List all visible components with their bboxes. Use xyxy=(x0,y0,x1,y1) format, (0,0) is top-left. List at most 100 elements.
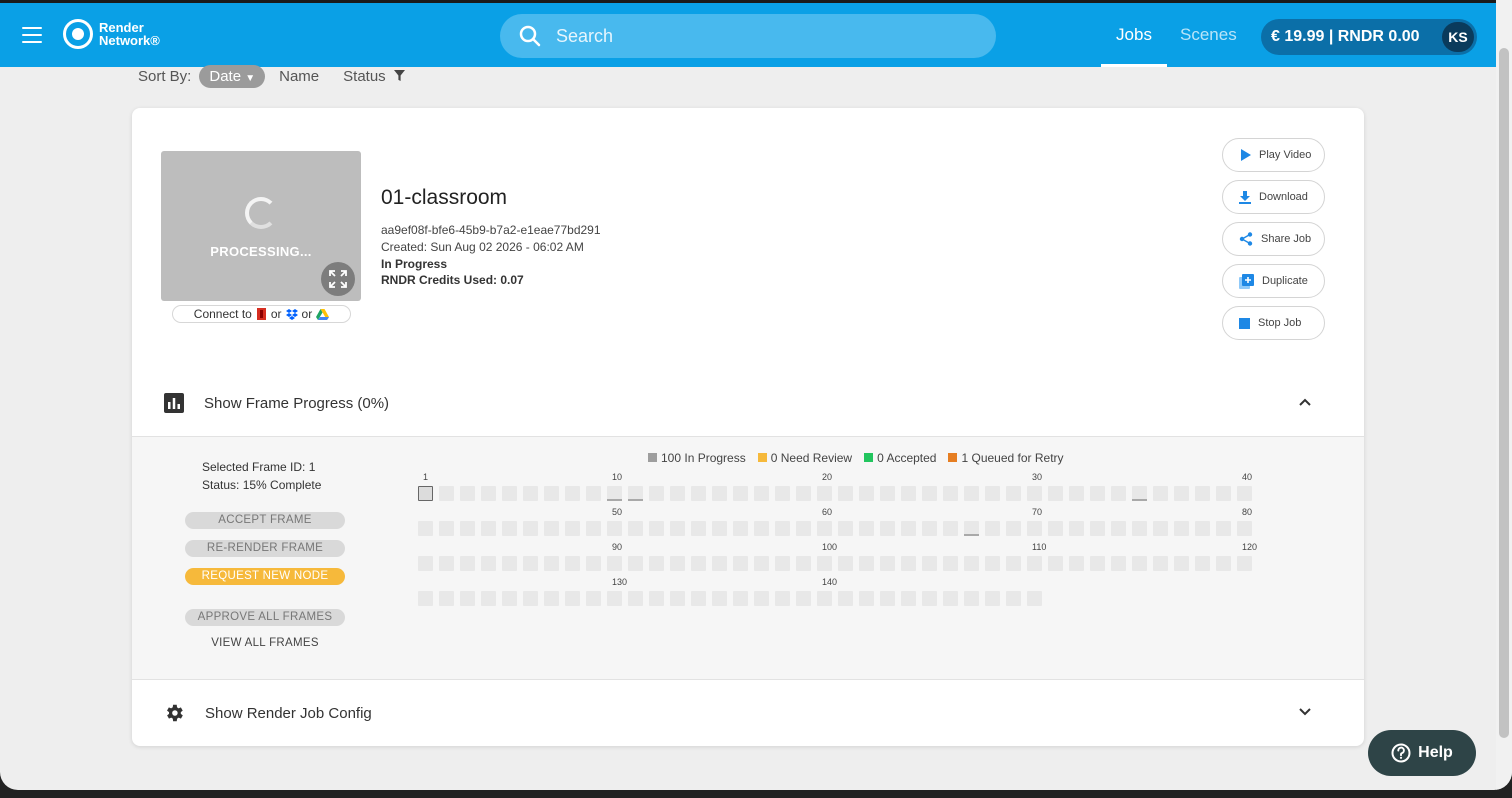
frame-cell[interactable] xyxy=(502,486,517,501)
sort-option-name[interactable]: Name xyxy=(279,68,319,85)
frame-cell[interactable] xyxy=(712,591,727,606)
frame-cell[interactable] xyxy=(502,521,517,536)
avatar[interactable]: KS xyxy=(1442,22,1474,52)
frame-cell[interactable] xyxy=(670,556,685,571)
frame-cell[interactable] xyxy=(1069,486,1084,501)
frame-cell[interactable] xyxy=(838,486,853,501)
frame-cell[interactable] xyxy=(943,556,958,571)
frame-cell[interactable] xyxy=(1048,521,1063,536)
frame-cell[interactable] xyxy=(901,556,916,571)
frame-cell[interactable] xyxy=(796,521,811,536)
frame-cell[interactable] xyxy=(733,521,748,536)
frame-cell[interactable] xyxy=(565,486,580,501)
frame-cell[interactable] xyxy=(523,486,538,501)
frame-cell[interactable] xyxy=(691,486,706,501)
frame-cell[interactable] xyxy=(712,521,727,536)
frame-cell[interactable] xyxy=(418,556,433,571)
frame-cell[interactable] xyxy=(418,521,433,536)
re-render-frame-button[interactable]: RE-RENDER FRAME xyxy=(185,540,345,557)
frame-cell[interactable] xyxy=(985,556,1000,571)
frame-cell[interactable] xyxy=(712,486,727,501)
frame-cell[interactable] xyxy=(607,556,622,571)
accept-frame-button[interactable]: ACCEPT FRAME xyxy=(185,512,345,529)
frame-cell[interactable] xyxy=(565,556,580,571)
frame-cell[interactable] xyxy=(502,556,517,571)
frame-cell[interactable] xyxy=(985,521,1000,536)
frame-cell[interactable] xyxy=(859,591,874,606)
frame-cell[interactable] xyxy=(1111,556,1126,571)
frame-cell[interactable] xyxy=(460,556,475,571)
frame-cell[interactable] xyxy=(1006,591,1021,606)
frame-cell[interactable] xyxy=(439,486,454,501)
frame-cell[interactable] xyxy=(1195,521,1210,536)
frame-cell[interactable] xyxy=(691,556,706,571)
google-drive-icon[interactable] xyxy=(316,308,330,320)
frame-cell[interactable] xyxy=(586,486,601,501)
wallet-balance[interactable]: € 19.99 | RNDR 0.00 KS xyxy=(1261,19,1477,55)
frame-cell[interactable] xyxy=(523,591,538,606)
frame-cell[interactable] xyxy=(1111,521,1126,536)
frame-cell[interactable] xyxy=(607,521,622,536)
frame-cell[interactable] xyxy=(1006,486,1021,501)
frame-cell[interactable] xyxy=(1027,556,1042,571)
frame-cell[interactable] xyxy=(670,591,685,606)
frame-cell[interactable] xyxy=(1006,556,1021,571)
nav-tab-jobs[interactable]: Jobs xyxy=(1101,3,1167,67)
frame-cell[interactable] xyxy=(838,521,853,536)
frame-cell[interactable] xyxy=(1111,486,1126,501)
fullscreen-button[interactable] xyxy=(321,262,355,296)
frame-cell[interactable] xyxy=(859,556,874,571)
frame-cell[interactable] xyxy=(733,556,748,571)
frame-cell[interactable] xyxy=(460,521,475,536)
frame-cell[interactable] xyxy=(481,486,496,501)
frame-cell[interactable] xyxy=(964,556,979,571)
job-thumbnail[interactable]: PROCESSING... xyxy=(161,151,361,301)
frame-cell[interactable] xyxy=(838,556,853,571)
frame-cell[interactable] xyxy=(418,486,433,501)
frame-cell[interactable] xyxy=(922,486,937,501)
frame-cell[interactable] xyxy=(922,556,937,571)
help-button[interactable]: Help xyxy=(1368,730,1476,776)
frame-cell[interactable] xyxy=(985,486,1000,501)
frame-cell[interactable] xyxy=(1174,521,1189,536)
frame-cell[interactable] xyxy=(733,486,748,501)
frame-cell[interactable] xyxy=(481,521,496,536)
frame-cell[interactable] xyxy=(775,521,790,536)
frame-cell[interactable] xyxy=(754,591,769,606)
frame-cell[interactable] xyxy=(523,521,538,536)
frame-cell[interactable] xyxy=(1153,486,1168,501)
render-config-toggle[interactable]: Show Render Job Config xyxy=(132,685,1364,741)
frame-cell[interactable] xyxy=(1090,521,1105,536)
frame-cell[interactable] xyxy=(670,521,685,536)
frame-cell[interactable] xyxy=(775,591,790,606)
frame-cell[interactable] xyxy=(901,486,916,501)
frame-cell[interactable] xyxy=(1090,556,1105,571)
frame-cell[interactable] xyxy=(586,521,601,536)
frame-progress-toggle[interactable]: Show Frame Progress (0%) xyxy=(132,375,1364,431)
frame-cell[interactable] xyxy=(1132,556,1147,571)
frame-cell[interactable] xyxy=(1090,486,1105,501)
frame-cell[interactable] xyxy=(754,521,769,536)
frame-cell[interactable] xyxy=(586,556,601,571)
frame-cell[interactable] xyxy=(880,556,895,571)
chevron-up-icon[interactable] xyxy=(1298,395,1312,409)
request-new-node-button[interactable]: REQUEST NEW NODE xyxy=(185,568,345,585)
frame-cell[interactable] xyxy=(754,556,769,571)
frame-cell[interactable] xyxy=(838,591,853,606)
frame-cell[interactable] xyxy=(628,521,643,536)
frame-cell[interactable] xyxy=(943,486,958,501)
frame-cell[interactable] xyxy=(859,486,874,501)
frame-cell[interactable] xyxy=(754,486,769,501)
frame-cell[interactable] xyxy=(1237,486,1252,501)
frame-cell[interactable] xyxy=(1006,521,1021,536)
duplicate-button[interactable]: Duplicate xyxy=(1222,264,1325,298)
frame-cell[interactable] xyxy=(901,521,916,536)
frame-cell[interactable] xyxy=(817,486,832,501)
frame-cell[interactable] xyxy=(691,591,706,606)
frame-cell[interactable] xyxy=(607,486,622,501)
cloud-storage-icon[interactable] xyxy=(256,308,267,320)
chevron-down-icon[interactable] xyxy=(1298,705,1312,719)
frame-cell[interactable] xyxy=(1174,486,1189,501)
frame-cell[interactable] xyxy=(523,556,538,571)
frame-cell[interactable] xyxy=(1237,556,1252,571)
